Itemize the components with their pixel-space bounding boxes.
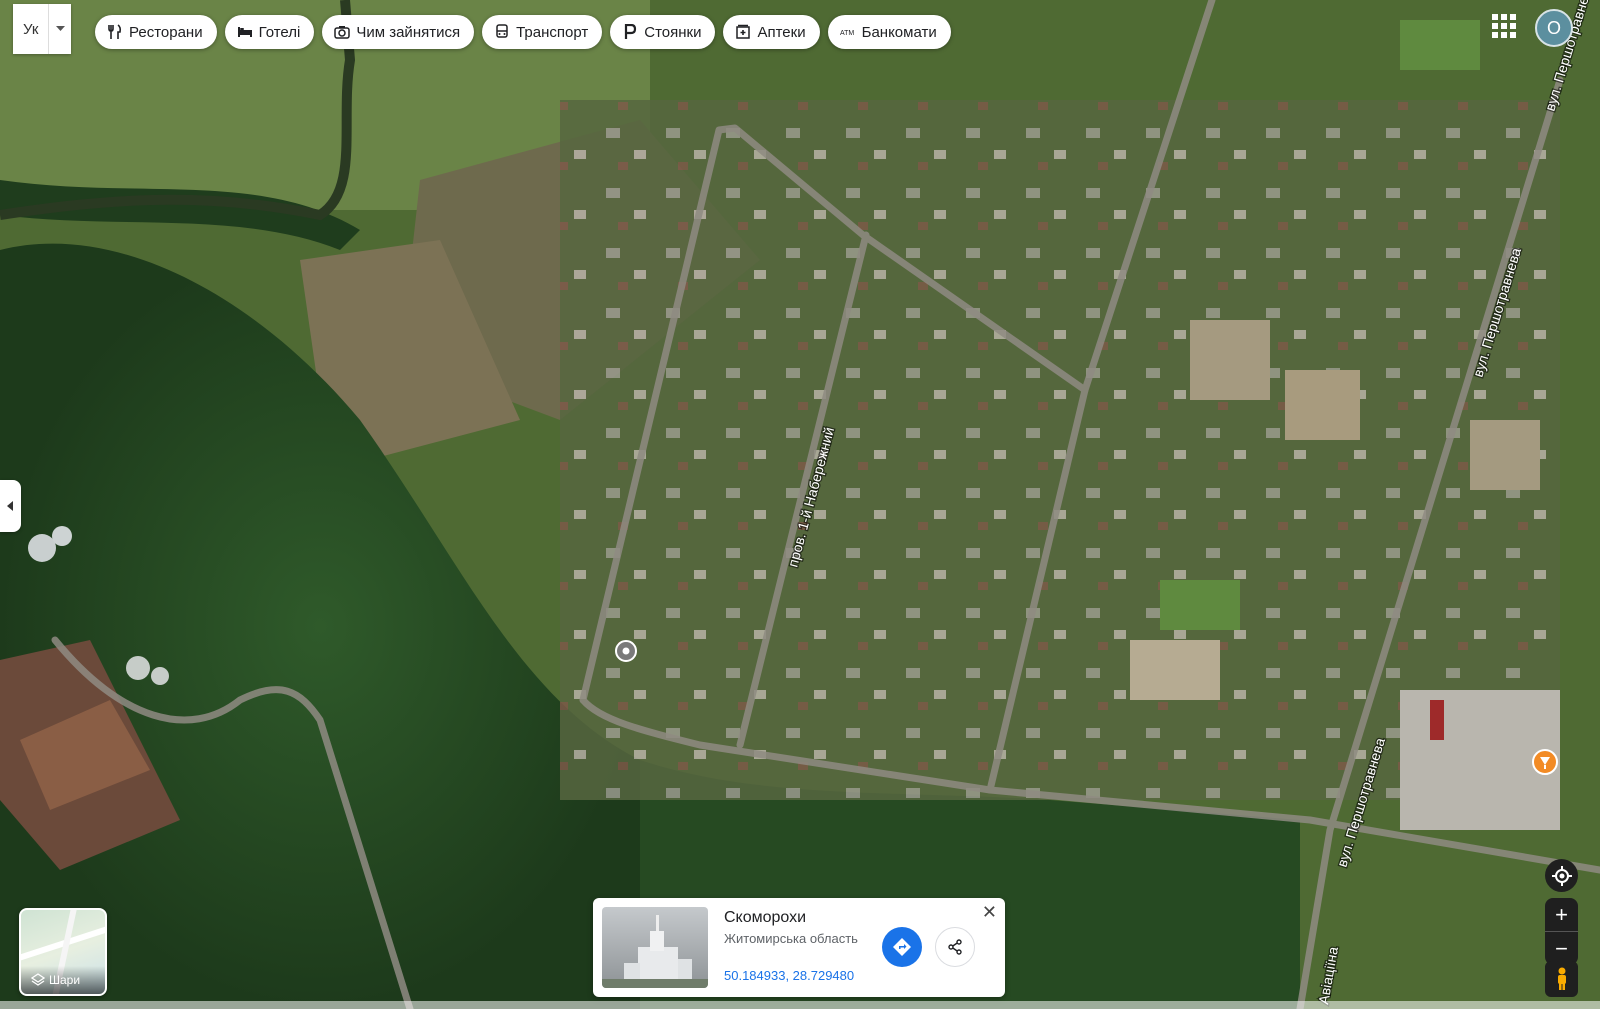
close-icon[interactable]: ✕ xyxy=(982,902,997,923)
language-selector[interactable]: Ук xyxy=(13,4,71,54)
chip-transport[interactable]: Транспорт xyxy=(482,15,603,49)
place-coordinates[interactable]: 50.184933, 28.729480 xyxy=(724,968,854,983)
chevron-down-icon[interactable] xyxy=(48,4,71,54)
attribution-bar xyxy=(0,1001,1600,1009)
collapse-panel-button[interactable] xyxy=(0,480,21,532)
parking-icon xyxy=(625,24,637,39)
bed-icon xyxy=(237,27,252,37)
chip-label: Аптеки xyxy=(757,23,806,41)
language-label: Ук xyxy=(22,20,39,38)
satellite-map[interactable]: пров. 1-й Набережний вул. Першотравнева … xyxy=(0,0,1600,1009)
atm-icon: ATM xyxy=(840,30,854,37)
zoom-control: + − xyxy=(1545,898,1578,965)
poi-marker-icon[interactable] xyxy=(1532,749,1558,775)
layers-label: Шари xyxy=(49,973,81,987)
place-region: Житомирська область xyxy=(724,931,858,946)
chip-label: Ресторани xyxy=(129,23,203,41)
directions-icon xyxy=(893,938,911,956)
svg-text:ATM: ATM xyxy=(840,30,854,37)
share-button[interactable] xyxy=(935,927,975,967)
place-name: Скоморохи xyxy=(724,909,807,926)
pharmacy-icon xyxy=(736,24,751,39)
street-view-pegman-icon[interactable] xyxy=(1545,961,1578,997)
field xyxy=(1285,370,1360,440)
apps-grid-icon[interactable] xyxy=(1492,14,1516,38)
zoom-in-button[interactable]: + xyxy=(1545,898,1578,931)
fork-knife-icon xyxy=(108,24,122,39)
location-pin-icon[interactable] xyxy=(615,640,637,662)
tank xyxy=(52,526,72,546)
share-icon xyxy=(948,939,962,955)
layers-button[interactable]: Шари xyxy=(19,908,107,996)
category-chips: Ресторани Готелі Чим зайнятися Транспорт… xyxy=(95,15,951,49)
my-location-button[interactable] xyxy=(1545,859,1578,892)
place-thumbnail[interactable] xyxy=(602,907,708,988)
field xyxy=(1470,420,1540,490)
field xyxy=(1130,640,1220,700)
map-controls: + − xyxy=(1545,859,1578,965)
crosshair-icon xyxy=(1551,865,1572,886)
avatar-initial: О xyxy=(1546,17,1561,38)
bus-icon xyxy=(496,24,508,38)
field xyxy=(1160,580,1240,630)
chip-things-to-do[interactable]: Чим зайнятися xyxy=(322,15,475,49)
chip-restaurants[interactable]: Ресторани xyxy=(95,15,217,49)
field xyxy=(1400,20,1480,70)
chip-label: Стоянки xyxy=(644,23,702,41)
directions-button[interactable] xyxy=(882,927,922,967)
camera-icon xyxy=(334,26,351,39)
account-avatar[interactable]: О xyxy=(1535,9,1573,47)
chip-label: Банкомати xyxy=(861,23,937,41)
chip-parking[interactable]: Стоянки xyxy=(610,15,716,49)
chip-label: Транспорт xyxy=(516,23,589,41)
chip-label: Чим зайнятися xyxy=(356,23,461,41)
chip-pharmacies[interactable]: Аптеки xyxy=(723,15,820,49)
tank xyxy=(126,656,150,680)
chip-label: Готелі xyxy=(258,23,301,41)
tank xyxy=(151,667,169,685)
industrial-building xyxy=(1430,700,1444,740)
field xyxy=(1190,320,1270,400)
place-card[interactable]: Скоморохи Житомирська область 50.184933,… xyxy=(593,898,1005,997)
chip-atms[interactable]: ATM Банкомати xyxy=(827,15,951,49)
chip-hotels[interactable]: Готелі xyxy=(224,15,315,49)
tank xyxy=(28,534,56,562)
layers-icon xyxy=(31,973,45,986)
chevron-left-icon xyxy=(7,501,13,511)
